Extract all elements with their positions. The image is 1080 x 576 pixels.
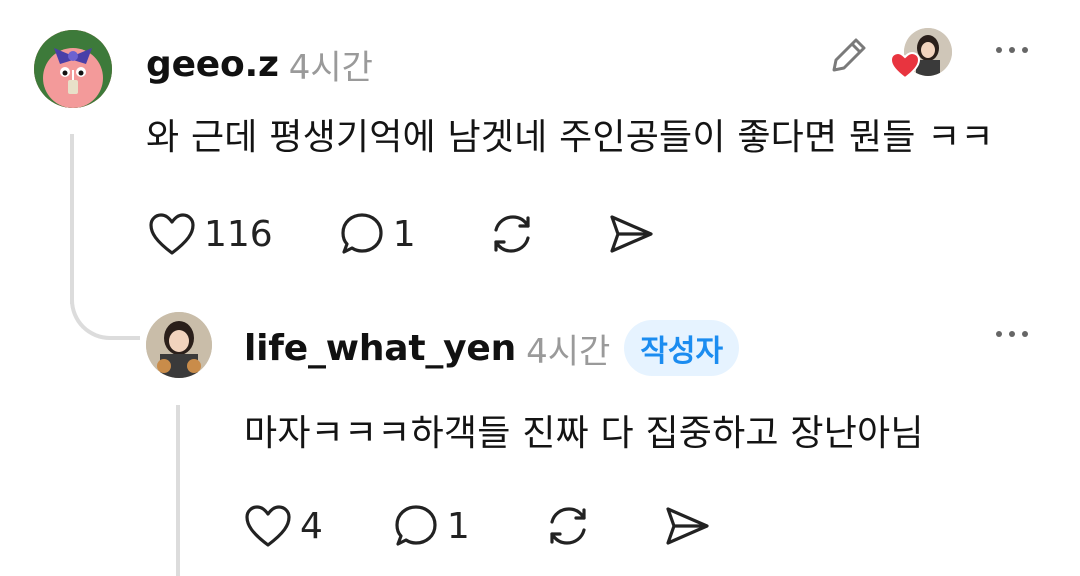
repost-icon <box>550 507 586 545</box>
share-icon <box>666 507 709 545</box>
more-icon[interactable] <box>996 331 1028 337</box>
share-icon <box>610 215 653 253</box>
reply-actions: 4 1 <box>244 502 712 550</box>
comment-actions: 116 1 <box>148 210 656 258</box>
like-button[interactable]: 4 <box>244 504 323 548</box>
timestamp: 4시간 <box>288 48 373 88</box>
comment-text: 와 근데 평생기억에 남겟네 주인공들이 좋다면 뭔들 ㅋㅋ <box>146 117 994 158</box>
username[interactable]: geeo.z <box>146 44 279 85</box>
reply-text: 마자ㅋㅋㅋ하객들 진짜 다 집중하고 장난아님 <box>244 413 924 454</box>
avatar-patrick-image <box>34 30 112 108</box>
share-button[interactable] <box>662 503 712 549</box>
avatar[interactable] <box>146 312 212 378</box>
edit-icon[interactable] <box>826 32 872 82</box>
heart-icon <box>149 213 195 255</box>
reply-button[interactable]: 1 <box>393 503 470 549</box>
comment-icon <box>395 505 437 546</box>
liked-heart-icon <box>889 51 921 84</box>
like-count: 4 <box>300 505 323 547</box>
repost-icon <box>494 215 530 253</box>
repost-button[interactable] <box>544 502 592 550</box>
comment-header: geeo.z 4시간 <box>146 40 373 89</box>
like-button[interactable]: 116 <box>148 212 273 256</box>
repost-button[interactable] <box>488 210 536 258</box>
thread-line-curve <box>70 270 140 340</box>
reply-thread-line <box>176 405 180 576</box>
share-button[interactable] <box>606 211 656 257</box>
heart-icon <box>245 505 291 547</box>
comment-icon <box>341 213 383 254</box>
reply-button[interactable]: 1 <box>339 211 416 257</box>
username[interactable]: life_what_yen <box>244 328 516 369</box>
reply-header: life_what_yen 4시간 작성자 <box>244 320 740 376</box>
like-count: 116 <box>204 213 273 255</box>
avatar[interactable] <box>34 30 112 108</box>
avatar-photo-image <box>146 312 212 378</box>
reply-count: 1 <box>446 505 470 547</box>
author-badge: 작성자 <box>624 320 740 376</box>
timestamp: 4시간 <box>526 331 611 372</box>
reply-count: 1 <box>392 213 416 255</box>
more-icon[interactable] <box>996 47 1028 53</box>
